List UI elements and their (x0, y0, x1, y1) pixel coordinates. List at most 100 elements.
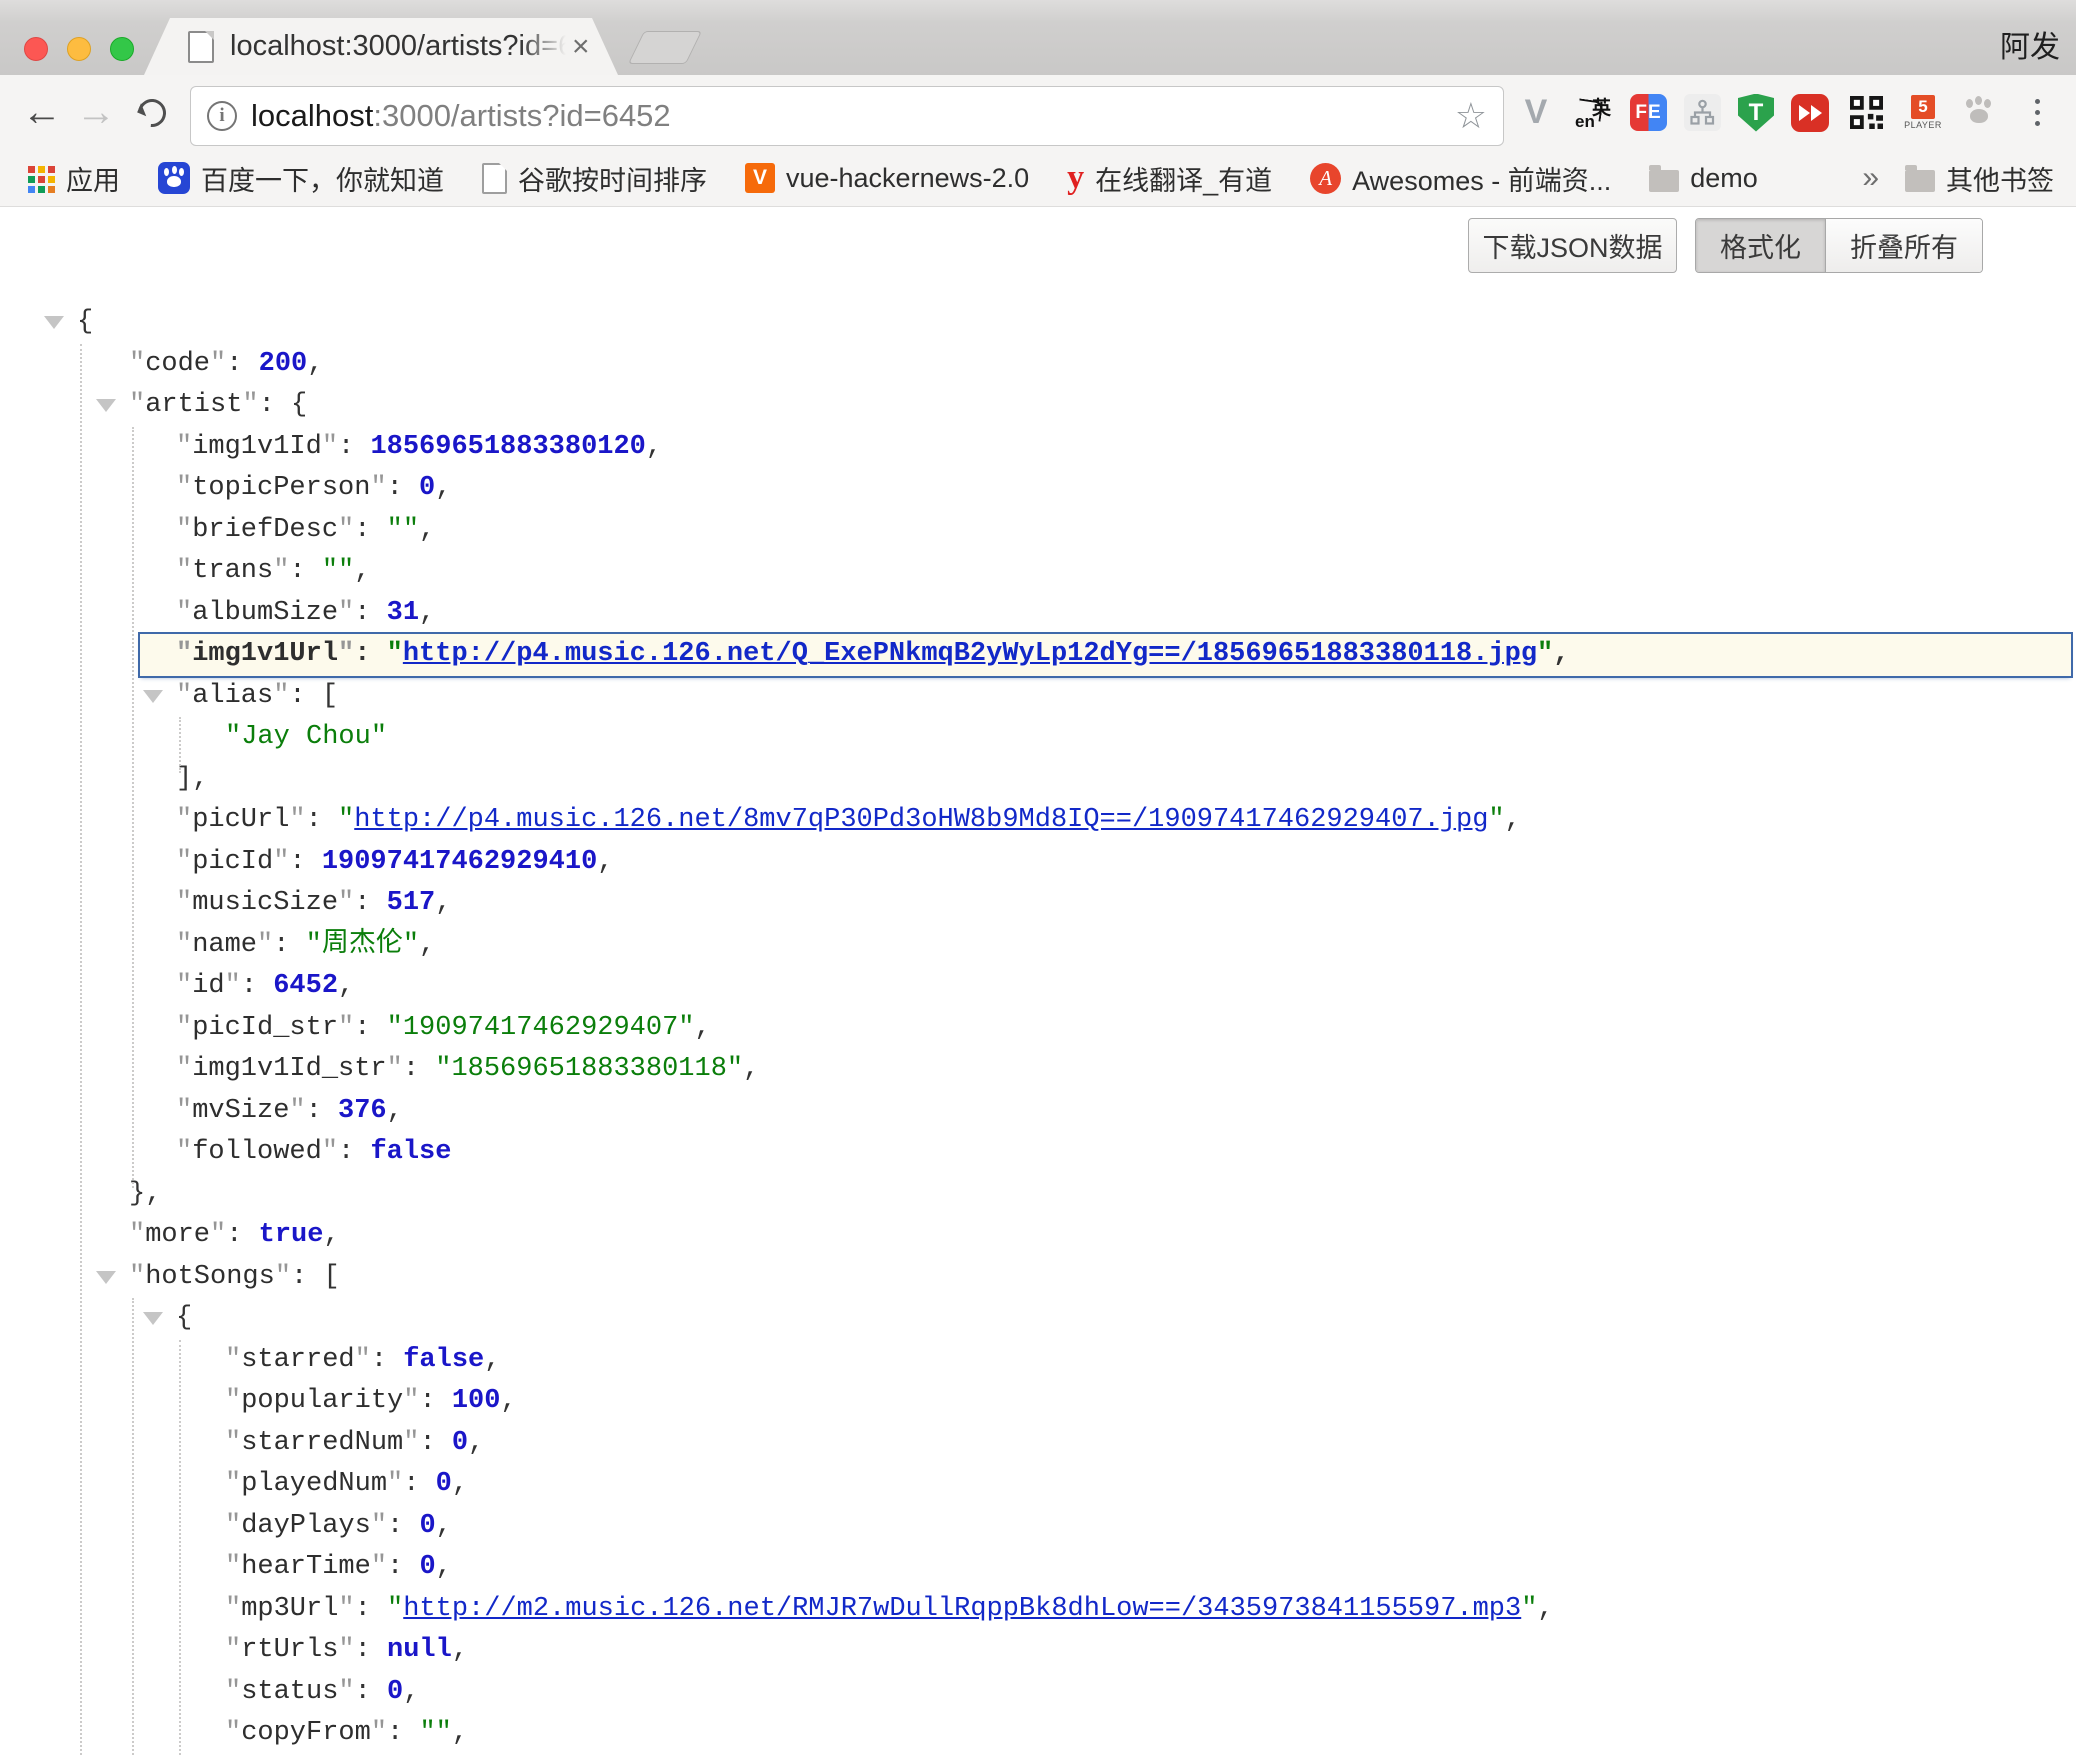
json-value: 19097417462929410 (322, 847, 597, 877)
json-string: "18569651883380118" (435, 1054, 743, 1084)
json-value: 31 (387, 598, 419, 628)
json-line-rturls: "rtUrls": null, (0, 1630, 2076, 1672)
json-value: 0 (436, 1469, 452, 1499)
org-chart-glyph (1689, 99, 1716, 126)
json-line-picid: "picId": 19097417462929410, (0, 842, 2076, 884)
bookmark-label: 在线翻译_有道 (1095, 159, 1272, 198)
html5-glyph: 5 (1911, 95, 1935, 119)
collapse-triangle-icon[interactable] (143, 1312, 163, 1325)
json-link[interactable]: http://p4.music.126.net/Q_ExePNkmqB2yWyL… (403, 639, 1537, 669)
json-string: "" (387, 515, 419, 545)
json-line-albumsize: "albumSize": 31, (0, 593, 2076, 635)
translate-extension-icon[interactable]: 英en (1573, 91, 1613, 135)
shield-extension-icon[interactable]: T (1738, 94, 1774, 132)
bookmark-item[interactable]: 应用 (26, 159, 120, 198)
apps-grid-icon (26, 164, 55, 193)
json-value: 0 (419, 1552, 435, 1582)
forward-button[interactable]: → (76, 89, 116, 135)
json-line-hotsongs: "hotSongs": [ (0, 1257, 2076, 1299)
qr-code-glyph (1850, 96, 1883, 129)
json-line: "Jay Chou" (0, 717, 2076, 759)
bookmark-item[interactable]: 百度一下，你就知道 (158, 159, 444, 198)
bookmarks-overflow-chevron[interactable]: » (1862, 161, 1879, 195)
browser-tab[interactable]: localhost:3000/artists?id=645 × (144, 18, 618, 75)
json-line-picid_str: "picId_str": "19097417462929407", (0, 1008, 2076, 1050)
page-content: {"code": 200,"artist": {"img1v1Id": 1856… (0, 207, 2076, 1754)
json-line: }, (0, 1174, 2076, 1216)
json-key: albumSize (192, 598, 338, 628)
json-line-dayplays: "dayPlays": 0, (0, 1506, 2076, 1548)
fullscreen-window-button[interactable] (110, 37, 134, 61)
bookmark-item[interactable]: AAwesomes - 前端资... (1310, 159, 1611, 198)
bookmark-item[interactable]: y在线翻译_有道 (1067, 159, 1272, 198)
bookmark-item[interactable]: Vvue-hackernews-2.0 (745, 163, 1029, 194)
json-line-topicperson: "topicPerson": 0, (0, 468, 2076, 510)
qr-code-extension-icon[interactable] (1846, 91, 1886, 135)
indent-guide (132, 1298, 134, 1755)
json-line-briefdesc: "briefDesc": "", (0, 510, 2076, 552)
address-bar[interactable]: i localhost:3000/artists?id=6452 ☆ (190, 86, 1504, 146)
collapse-triangle-icon[interactable] (96, 399, 116, 412)
vue-glyph: V (1525, 93, 1548, 132)
json-key: starred (241, 1345, 354, 1375)
json-value: 0 (419, 1511, 435, 1541)
json-line: ], (0, 759, 2076, 801)
tab-close-icon[interactable]: × (572, 32, 590, 62)
url-host: localhost (251, 98, 373, 133)
back-button[interactable]: ← (22, 89, 62, 135)
json-line-code: "code": 200, (0, 344, 2076, 386)
json-link[interactable]: http://m2.music.126.net/RMJR7wDullRqppBk… (403, 1594, 1521, 1624)
bookmark-label: Awesomes - 前端资... (1352, 159, 1611, 198)
folder-icon (1905, 170, 1935, 192)
json-line-mvsize: "mvSize": 376, (0, 1091, 2076, 1133)
json-line-starred: "starred": false, (0, 1340, 2076, 1382)
json-key: musicSize (192, 888, 338, 918)
bookmark-item[interactable]: demo (1649, 163, 1758, 194)
browser-menu-icon[interactable] (2017, 91, 2057, 135)
json-value: 100 (452, 1386, 501, 1416)
paw-extension-icon[interactable] (1960, 91, 2000, 135)
json-line-id: "id": 6452, (0, 966, 2076, 1008)
json-key: alias (192, 681, 273, 711)
collapse-triangle-icon[interactable] (44, 316, 64, 329)
video-play-extension-icon[interactable] (1791, 94, 1829, 132)
json-line-img1v1id: "img1v1Id": 18569651883380120, (0, 427, 2076, 469)
json-string: "Jay Chou" (225, 722, 387, 752)
json-line: { (0, 302, 2076, 344)
json-key: img1v1Url (192, 639, 338, 669)
bookmarks-right: » 其他书签 (1862, 159, 2076, 198)
json-key: img1v1Id_str (192, 1054, 386, 1084)
tab-strip: localhost:3000/artists?id=645 × 阿发 (0, 0, 2076, 75)
close-window-button[interactable] (24, 37, 48, 61)
new-tab-button[interactable] (628, 31, 702, 64)
json-key: artist (145, 390, 242, 420)
minimize-window-button[interactable] (67, 37, 91, 61)
fe-extension-icon[interactable]: FE (1630, 94, 1667, 131)
json-key: trans (192, 556, 273, 586)
vue-hackernews-icon: V (745, 163, 775, 193)
json-link[interactable]: http://p4.music.126.net/8mv7qP30Pd3oHW8b… (354, 805, 1488, 835)
format-button[interactable]: 格式化 (1696, 219, 1825, 272)
json-key: playedNum (241, 1469, 387, 1499)
org-chart-extension-icon[interactable] (1684, 94, 1721, 131)
json-viewer: {"code": 200,"artist": {"img1v1Id": 1856… (0, 207, 2076, 1754)
other-bookmarks-folder[interactable]: 其他书签 (1905, 159, 2054, 198)
html5-player-extension-icon[interactable]: 5PLAYER (1903, 91, 1943, 135)
collapse-all-button[interactable]: 折叠所有 (1825, 219, 1982, 272)
bookmark-star-icon[interactable]: ☆ (1455, 95, 1487, 137)
tab-title: localhost:3000/artists?id=645 (230, 30, 566, 63)
info-icon[interactable]: i (207, 101, 237, 131)
url-text: localhost:3000/artists?id=6452 (251, 98, 671, 134)
shield-t-glyph: T (1749, 99, 1764, 127)
collapse-triangle-icon[interactable] (96, 1271, 116, 1284)
indent-guide (179, 717, 181, 773)
profile-name[interactable]: 阿发 (2000, 22, 2060, 66)
reload-button[interactable] (132, 93, 171, 132)
json-line-status: "status": 0, (0, 1672, 2076, 1714)
bookmark-item[interactable]: 谷歌按时间排序 (482, 159, 707, 198)
collapse-triangle-icon[interactable] (143, 690, 163, 703)
vue-devtools-extension-icon[interactable]: V (1516, 91, 1556, 135)
json-key: followed (192, 1137, 322, 1167)
download-json-button[interactable]: 下载JSON数据 (1468, 218, 1677, 273)
json-line-playednum: "playedNum": 0, (0, 1464, 2076, 1506)
